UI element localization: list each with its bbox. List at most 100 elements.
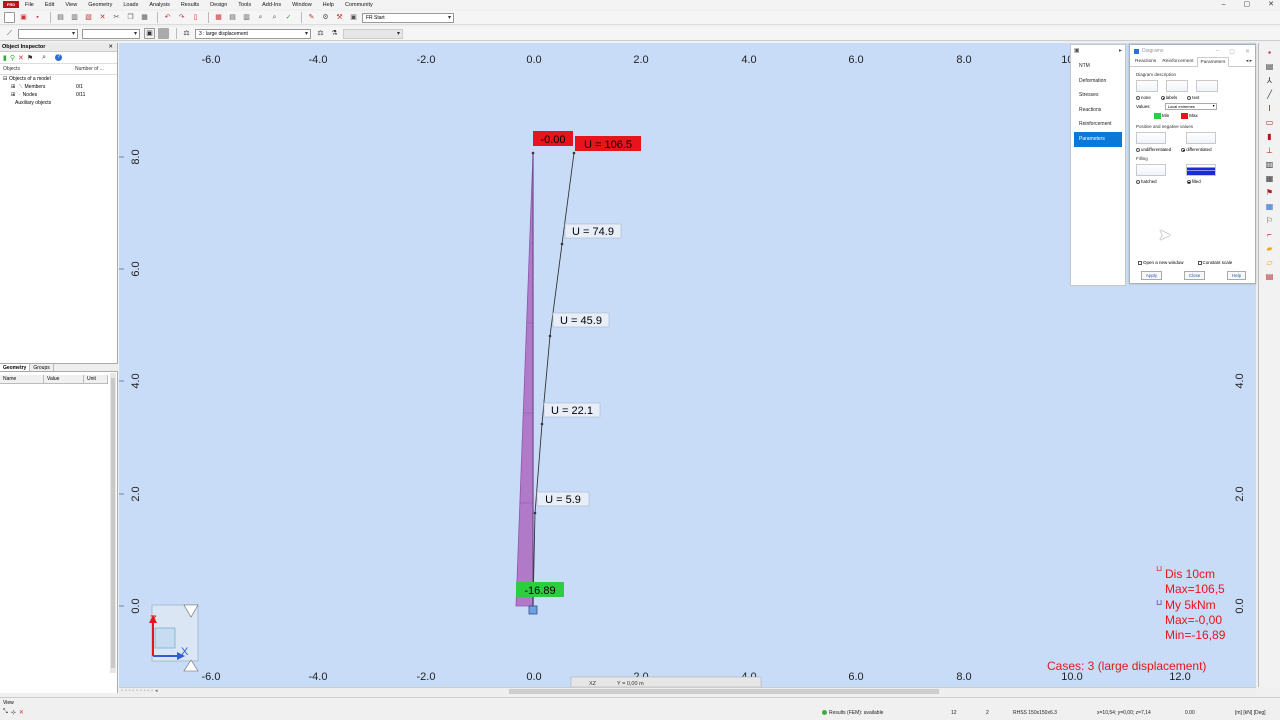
tool-icon[interactable]: ▫ — [136, 688, 138, 694]
grid-icon[interactable]: ▦ — [1264, 173, 1275, 184]
nav-item-parameters[interactable]: Parameters — [1074, 131, 1122, 147]
tab-geometry[interactable]: Geometry — [0, 364, 31, 371]
menu-window[interactable]: Window — [292, 2, 312, 8]
timber-icon[interactable]: ▱ — [1264, 257, 1275, 268]
selection-combo[interactable] — [82, 28, 140, 39]
menu-design[interactable]: Design — [210, 2, 227, 8]
nav-item-ntm[interactable]: NTM — [1071, 59, 1125, 74]
load-case-icon[interactable]: ⚖ — [181, 28, 192, 39]
lock-icon[interactable]: ▯ — [190, 12, 201, 23]
nav-item-reactions[interactable]: Reactions — [1071, 103, 1125, 118]
tool-icon[interactable]: ▫ — [140, 688, 142, 694]
close-small-icon[interactable]: ✕ — [19, 709, 24, 716]
tool-icon[interactable]: ▫ — [132, 688, 134, 694]
differentiated-thumbnail[interactable] — [1186, 132, 1216, 144]
results-icon[interactable]: ⚑ — [1264, 187, 1275, 198]
load-icon[interactable]: ▥ — [1264, 159, 1275, 170]
grid-icon[interactable]: ▤ — [227, 12, 238, 23]
delete-icon[interactable]: ✕ — [97, 12, 108, 23]
pin-icon[interactable]: ▣ — [1074, 47, 1080, 57]
zoom-icon[interactable]: ⌕ — [255, 12, 266, 23]
open-file-icon[interactable]: ▣ — [18, 12, 29, 23]
wrench-icon[interactable]: ⚒ — [334, 12, 345, 23]
search-icon[interactable]: ⌕ — [42, 54, 46, 62]
model-icon[interactable]: ▣ — [348, 12, 359, 23]
minimize-icon[interactable]: – — [1222, 0, 1226, 9]
viewport-scrollbar[interactable]: ▫ ▫ ▫ ▫ ▫ ▫ ▫ ▫ ▫ ◂ — [119, 687, 1256, 695]
radio-hatched[interactable]: hatched — [1136, 179, 1157, 184]
tool-icon[interactable]: ▫ — [125, 688, 127, 694]
menu-add-ins[interactable]: Add-Ins — [262, 2, 281, 8]
nav-item-stresses[interactable]: Stresses — [1071, 88, 1125, 103]
expand-icon[interactable]: ▸ — [1119, 47, 1122, 57]
filter-icon[interactable]: ▮ — [3, 54, 7, 62]
tool-icon[interactable]: ▫ — [121, 688, 123, 694]
report-icon[interactable]: ⚐ — [1264, 215, 1275, 226]
redo-icon[interactable]: ↷ — [176, 12, 187, 23]
radio-labels[interactable]: labels — [1160, 95, 1177, 100]
apply-button[interactable]: Apply — [1140, 271, 1163, 280]
snap-icon[interactable]: ⤡ — [3, 709, 8, 716]
tree-item-members[interactable]: ⊞ ⟍ Members 0/1 — [3, 83, 117, 91]
table-icon[interactable]: ▦ — [213, 12, 224, 23]
min-color-swatch[interactable]: Min — [1154, 113, 1169, 119]
settings-icon[interactable]: ⚙ — [320, 12, 331, 23]
steel-icon[interactable]: ▰ — [1264, 243, 1275, 254]
undo-icon[interactable]: ↶ — [162, 12, 173, 23]
cursor-icon[interactable]: ⟋ — [4, 28, 15, 39]
properties-scrollbar[interactable] — [110, 373, 116, 673]
view-icon[interactable]: ▣ — [144, 28, 155, 39]
beam-icon[interactable]: Ⅰ — [1264, 103, 1275, 114]
menu-tools[interactable]: Tools — [238, 2, 251, 8]
clear-filter-icon[interactable]: ✕ — [18, 54, 24, 62]
tab-parameters[interactable]: Parameters — [1196, 57, 1230, 67]
radio-differentiated[interactable]: differentiated — [1181, 147, 1212, 152]
help-icon[interactable]: ? — [55, 54, 63, 61]
tab-reactions[interactable]: Reactions — [1132, 57, 1159, 66]
radio-undifferentiated[interactable]: undifferentiated — [1136, 147, 1171, 152]
axis-icon[interactable]: ⅄ — [1264, 75, 1275, 86]
print-icon[interactable]: ▤ — [55, 12, 66, 23]
paste-icon[interactable]: ▦ — [139, 12, 150, 23]
new-file-icon[interactable] — [4, 12, 15, 23]
menu-help[interactable]: Help — [323, 2, 334, 8]
node-icon[interactable]: ▪ — [1264, 47, 1275, 58]
max-color-swatch[interactable]: Max — [1181, 113, 1198, 119]
open-new-window-checkbox[interactable]: Open a new window — [1138, 260, 1184, 265]
nav-item-deformation[interactable]: Deformation — [1071, 74, 1125, 89]
table-icon[interactable]: ▦ — [1264, 201, 1275, 212]
tab-scroll-arrows[interactable]: ◂ ▸ — [1243, 57, 1255, 66]
radio-text[interactable]: text — [1187, 95, 1199, 100]
close-icon[interactable]: ✕ — [1245, 48, 1250, 55]
print-setup-icon[interactable]: ▧ — [83, 12, 94, 23]
tree-item-nodes[interactable]: ⊞ · Nodes 0/11 — [3, 91, 117, 99]
undifferentiated-thumbnail[interactable] — [1136, 132, 1166, 144]
close-button[interactable]: Close — [1183, 271, 1206, 280]
edit-icon[interactable]: ✎ — [306, 12, 317, 23]
section-icon[interactable]: ▭ — [1264, 117, 1275, 128]
menu-community[interactable]: Community — [345, 2, 373, 8]
hatched-thumbnail[interactable] — [1136, 164, 1166, 176]
zoom-window-icon[interactable]: ⌕ — [269, 12, 280, 23]
radio-filled[interactable]: filled — [1186, 179, 1201, 184]
tab-groups[interactable]: Groups — [30, 364, 54, 371]
cut-icon[interactable]: ✂ — [111, 12, 122, 23]
layers-icon[interactable]: ▥ — [241, 12, 252, 23]
menu-file[interactable]: File — [25, 2, 34, 8]
menu-results[interactable]: Results — [181, 2, 199, 8]
connection-icon[interactable]: ▤ — [1264, 271, 1275, 282]
save-icon[interactable]: ▪ — [32, 12, 43, 23]
menu-view[interactable]: View — [65, 2, 77, 8]
help-button[interactable]: Help — [1226, 271, 1247, 280]
tree-item-auxiliary[interactable]: Auxiliary objects — [3, 99, 117, 107]
tool-icon[interactable]: ▫ — [147, 688, 149, 694]
square-icon[interactable] — [158, 28, 169, 39]
check-icon[interactable]: ✓ — [283, 12, 294, 23]
combination-icon[interactable]: ⚖ — [315, 28, 326, 39]
view-icon[interactable]: ▤ — [1264, 61, 1275, 72]
description-text-thumbnail[interactable] — [1196, 80, 1218, 92]
start-page-combo[interactable]: FR Start — [362, 12, 454, 23]
tool-icon[interactable]: ▫ — [151, 688, 153, 694]
member-icon[interactable]: ▮ — [1264, 131, 1275, 142]
maximize-icon[interactable]: ▢ — [1229, 48, 1235, 55]
